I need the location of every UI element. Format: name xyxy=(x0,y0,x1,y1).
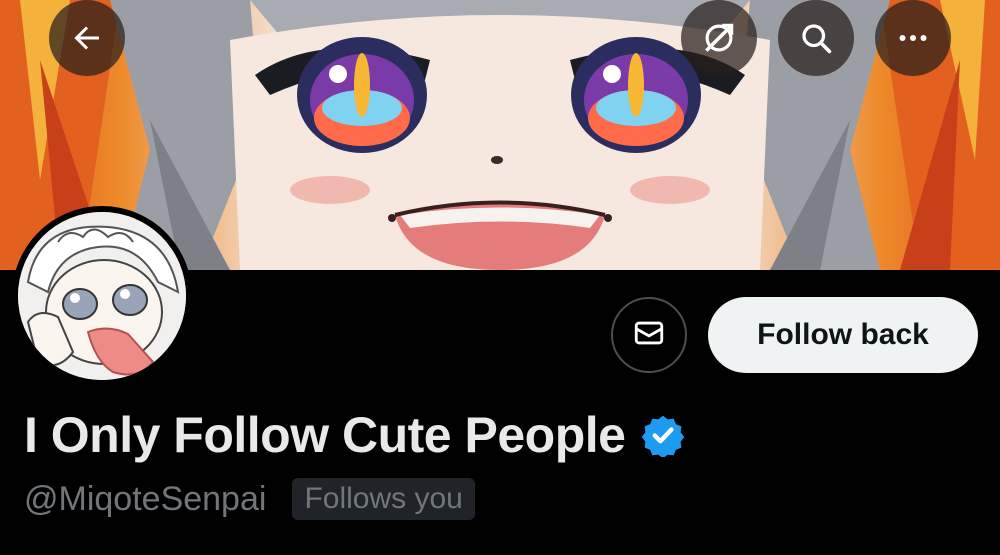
user-handle: @MiqoteSenpai xyxy=(24,480,267,518)
back-button[interactable] xyxy=(49,0,125,76)
follow-back-button[interactable]: Follow back xyxy=(708,297,978,373)
search-button[interactable] xyxy=(778,0,854,76)
more-options-button[interactable] xyxy=(875,0,951,76)
profile-page: Follow back I Only Follow Cute People @M… xyxy=(0,0,1000,555)
avatar-image xyxy=(18,212,186,380)
arrow-left-icon xyxy=(69,20,105,56)
grok-button[interactable] xyxy=(681,0,757,76)
verified-badge-icon[interactable] xyxy=(641,413,685,457)
profile-name-row: I Only Follow Cute People xyxy=(24,405,685,465)
grok-icon xyxy=(700,19,738,57)
avatar[interactable] xyxy=(12,206,192,386)
follows-you-badge: Follows you xyxy=(292,478,475,520)
search-icon xyxy=(798,20,834,56)
message-button[interactable] xyxy=(611,297,687,373)
profile-handle-row: @MiqoteSenpai Follows you xyxy=(24,478,475,520)
envelope-icon xyxy=(632,316,666,355)
display-name: I Only Follow Cute People xyxy=(24,407,626,463)
more-horizontal-icon xyxy=(895,20,931,56)
